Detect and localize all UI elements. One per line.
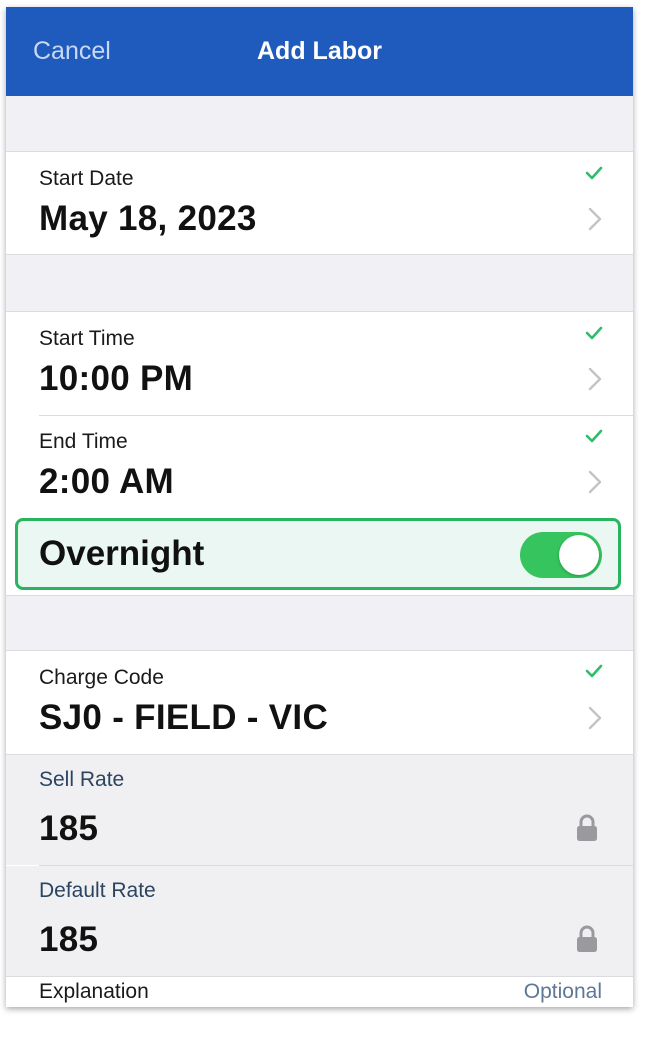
sell-rate-label: Sell Rate: [39, 768, 125, 791]
check-icon: [585, 664, 603, 678]
lock-icon: [577, 925, 597, 952]
start-date-value: May 18, 2023: [39, 199, 257, 238]
charge-section: Charge Code SJ0 - FIELD - VIC Sell Rate …: [6, 650, 633, 1007]
start-time-row[interactable]: Start Time 10:00 PM: [6, 312, 633, 415]
default-rate-row: Default Rate 185: [6, 866, 633, 976]
overnight-row: Overnight: [15, 518, 621, 590]
chevron-right-icon: [588, 367, 602, 391]
phone-screen: Add Labor Cancel Start Date May 18, 2023…: [6, 7, 633, 1007]
explanation-label: Explanation: [39, 980, 149, 1003]
start-time-label: Start Time: [39, 327, 135, 350]
start-date-label: Start Date: [39, 167, 134, 190]
overnight-toggle[interactable]: [520, 532, 602, 578]
chevron-right-icon: [588, 470, 602, 494]
charge-code-row[interactable]: Charge Code SJ0 - FIELD - VIC: [6, 651, 633, 754]
end-time-row[interactable]: End Time 2:00 AM: [6, 416, 633, 519]
check-icon: [585, 429, 603, 443]
lock-icon: [577, 814, 597, 841]
overnight-label: Overnight: [39, 534, 205, 573]
start-time-value: 10:00 PM: [39, 359, 194, 398]
start-date-row[interactable]: Start Date May 18, 2023: [6, 152, 633, 254]
sell-rate-row: Sell Rate 185: [6, 755, 633, 865]
toggle-knob: [559, 535, 599, 575]
start-date-section: Start Date May 18, 2023: [6, 151, 633, 255]
explanation-input[interactable]: Optional: [524, 980, 602, 1004]
explanation-row[interactable]: Explanation Optional: [6, 977, 633, 1007]
chevron-right-icon: [588, 207, 602, 231]
chevron-right-icon: [588, 706, 602, 730]
navigation-bar: Add Labor Cancel: [6, 7, 633, 96]
default-rate-label: Default Rate: [39, 879, 156, 902]
end-time-label: End Time: [39, 430, 128, 453]
charge-code-value: SJ0 - FIELD - VIC: [39, 698, 329, 737]
default-rate-value: 185: [39, 920, 99, 959]
check-icon: [585, 326, 603, 340]
end-time-value: 2:00 AM: [39, 462, 175, 501]
check-icon: [585, 166, 603, 180]
charge-code-label: Charge Code: [39, 666, 164, 689]
cancel-button[interactable]: Cancel: [33, 7, 111, 96]
sell-rate-value: 185: [39, 809, 99, 848]
